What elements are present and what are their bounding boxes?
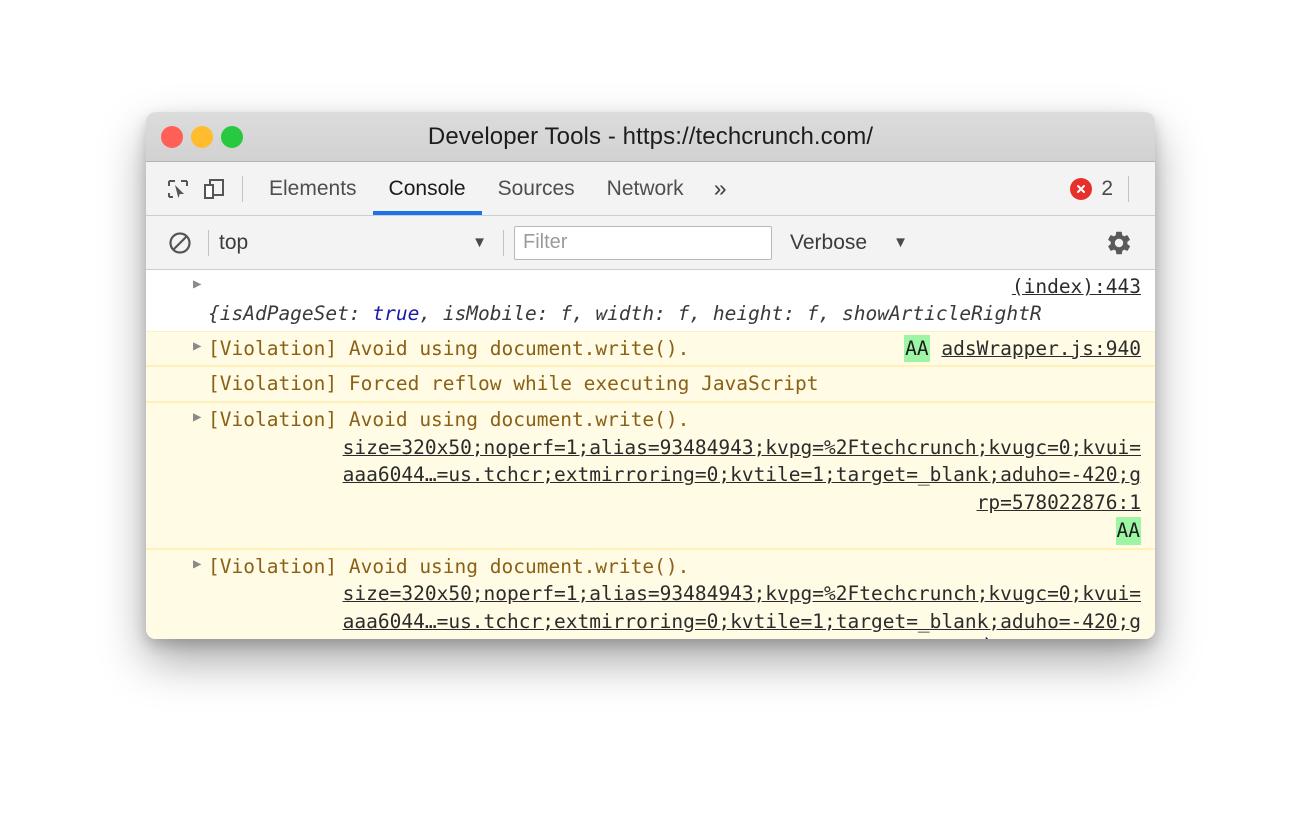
execution-context-selector[interactable]: top ▼ xyxy=(219,231,493,255)
log-level-value: Verbose xyxy=(790,231,867,255)
more-tabs-icon[interactable]: » xyxy=(700,162,741,215)
object-preview-prefix: {isAdPageSet: xyxy=(208,302,372,325)
expand-arrow-icon-1[interactable]: ▶ xyxy=(193,337,201,357)
console-source-link-1: AA adsWrapper.js:940 xyxy=(904,335,1141,363)
close-button[interactable] xyxy=(161,126,183,148)
tab-sources[interactable]: Sources xyxy=(482,162,591,215)
toolbar-divider-2 xyxy=(208,230,209,256)
tab-console[interactable]: Console xyxy=(373,162,482,215)
url-line[interactable]: aaa6044…=us.tchcr;extmirroring=0;kvtile=… xyxy=(208,461,1141,489)
violation-text-2: [Violation] Forced reflow while executin… xyxy=(146,370,1141,398)
error-count: 2 xyxy=(1101,177,1113,201)
devtools-window: Developer Tools - https://techcrunch.com… xyxy=(146,112,1155,639)
title-bar: Developer Tools - https://techcrunch.com… xyxy=(146,112,1155,162)
clear-console-icon[interactable] xyxy=(162,225,198,261)
filter-input[interactable] xyxy=(514,226,772,260)
source-link-index[interactable]: (index):443 xyxy=(1012,275,1141,298)
violation-line-3: [Violation] Avoid using document.write()… xyxy=(146,406,1141,434)
zoom-button[interactable] xyxy=(221,126,243,148)
object-preview-text: {isAdPageSet: true, isMobile: f, width: … xyxy=(146,300,1141,328)
console-message-violation-1[interactable]: ▶ [Violation] Avoid using document.write… xyxy=(146,331,1155,367)
console-message-violation-2[interactable]: [Violation] Forced reflow while executin… xyxy=(146,366,1155,402)
url-line[interactable]: aaa6044…=us.tchcr;extmirroring=0;kvtile=… xyxy=(208,608,1141,636)
log-level-selector[interactable]: Verbose ▼ xyxy=(790,231,908,255)
source-link-adswrapper[interactable]: adsWrapper.js:940 xyxy=(941,337,1141,360)
console-source-link: (index):443 xyxy=(1012,273,1141,301)
console-message-list[interactable]: (index):443 ▶ {isAdPageSet: true, isMobi… xyxy=(146,270,1155,639)
panel-tabs: Elements Console Sources Network » xyxy=(253,162,740,215)
chevron-down-icon: ▼ xyxy=(472,234,487,251)
object-preview-keyword: true xyxy=(372,302,419,325)
console-toolbar: top ▼ Verbose ▼ xyxy=(146,216,1155,270)
error-badge[interactable]: 2 xyxy=(1070,162,1129,216)
console-message-violation-4[interactable]: ▶ [Violation] Avoid using document.write… xyxy=(146,549,1155,640)
gear-icon xyxy=(1105,229,1133,257)
tab-network[interactable]: Network xyxy=(591,162,700,215)
error-divider xyxy=(1128,176,1129,202)
window-title: Developer Tools - https://techcrunch.com… xyxy=(146,123,1155,151)
minimize-button[interactable] xyxy=(191,126,213,148)
chevron-down-icon-2: ▼ xyxy=(893,234,908,251)
toolbar-divider xyxy=(242,176,243,202)
error-icon xyxy=(1070,178,1092,200)
expand-arrow-icon[interactable]: ▶ xyxy=(193,275,201,295)
violation-text-1: [Violation] Avoid using document.write()… xyxy=(208,337,689,360)
violation-line-4: [Violation] Avoid using document.write()… xyxy=(146,553,1141,581)
url-line[interactable]: size=320x50;noperf=1;alias=93484943;kvpg… xyxy=(208,434,1141,462)
settings-button[interactable] xyxy=(1105,216,1133,270)
expand-arrow-icon-4[interactable]: ▶ xyxy=(193,555,201,575)
url-line[interactable]: rp=578022876:1 xyxy=(208,489,1141,517)
violation-url-3[interactable]: size=320x50;noperf=1;alias=93484943;kvpg… xyxy=(146,434,1141,517)
expand-arrow-icon-3[interactable]: ▶ xyxy=(193,408,201,428)
tab-elements[interactable]: Elements xyxy=(253,162,373,215)
toolbar-divider-3 xyxy=(503,230,504,256)
aa-badge-3[interactable]: AA xyxy=(1116,517,1141,545)
console-message-object[interactable]: (index):443 ▶ {isAdPageSet: true, isMobi… xyxy=(146,270,1155,331)
window-controls xyxy=(161,112,243,161)
aa-badge-row-3: AA xyxy=(146,517,1141,545)
execution-context-value: top xyxy=(219,231,248,255)
device-toolbar-icon[interactable] xyxy=(196,171,232,207)
url-line[interactable]: size=320x50;noperf=1;alias=93484943;kvpg… xyxy=(208,580,1141,608)
violation-text-3: [Violation] Avoid using document.write()… xyxy=(208,408,689,431)
console-message-violation-3[interactable]: ▶ [Violation] Avoid using document.write… xyxy=(146,402,1155,548)
inspect-element-icon[interactable] xyxy=(160,171,196,207)
panel-tab-bar: Elements Console Sources Network » 2 xyxy=(146,162,1155,216)
aa-badge-1[interactable]: AA xyxy=(904,335,929,363)
violation-url-4[interactable]: size=320x50;noperf=1;alias=93484943;kvpg… xyxy=(146,580,1141,635)
violation-text-4: [Violation] Avoid using document.write()… xyxy=(208,555,689,578)
object-preview-suffix: , isMobile: f, width: f, height: f, show… xyxy=(419,302,1041,325)
